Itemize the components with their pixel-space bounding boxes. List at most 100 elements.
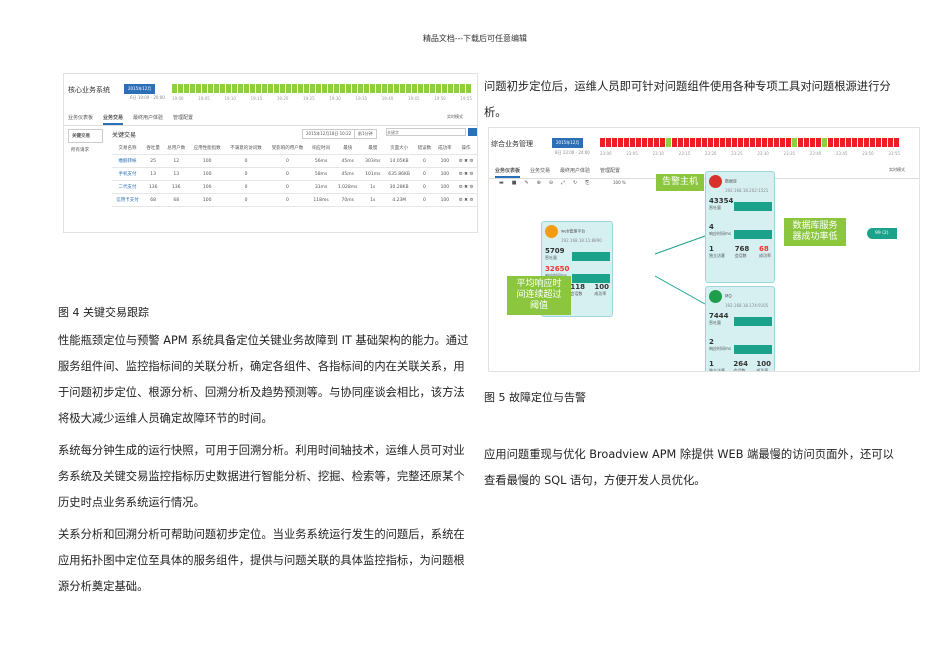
tab[interactable]: 管理配置 [173,112,193,125]
timeline-bar[interactable] [454,84,459,93]
timeline-bar[interactable] [334,84,339,93]
page-header: 精品文档---下载后可任意编辑 [422,34,528,43]
timeline-bar[interactable] [208,84,213,93]
timeline-bar[interactable] [406,84,411,93]
timeline-bar[interactable] [376,84,381,93]
timeline-bar[interactable] [316,84,321,93]
cell: 4.23M [384,193,415,207]
transaction-link[interactable]: 手机支付 [112,167,143,181]
timeline-bar[interactable] [190,84,195,93]
timeline-bar[interactable] [232,84,237,93]
stat-value: 1 [709,360,714,368]
timeline-bar[interactable] [322,84,327,93]
timeline-bar[interactable] [382,84,387,93]
timeline-bar[interactable] [352,84,357,93]
time-range: 6日 19:00 - 20:00 [130,95,165,100]
stat-label: 会话数 [733,368,746,372]
timeline-bar[interactable] [274,84,279,93]
timeline-bar[interactable] [286,84,291,93]
stat-value: 1 [709,245,714,253]
timeline-bar[interactable] [412,84,417,93]
realtime-toggle[interactable]: 实时模式 [447,114,463,120]
timeline-bar[interactable] [310,84,315,93]
month-select[interactable]: 2015年12月 [124,84,156,94]
timeline-bar[interactable] [226,84,231,93]
time-tick: 19:25 [303,96,315,101]
cell: 100 [189,154,226,168]
timeline-bar[interactable] [436,84,441,93]
timeline-bar[interactable] [298,84,303,93]
timeline-bar[interactable] [244,84,249,93]
topology-node[interactable]: 数据库 192.168.18.202:1521 43354 吞吐量 4 响应时间ms… [705,171,775,283]
timeline-bar[interactable] [340,84,345,93]
timeline-bar[interactable] [424,84,429,93]
timeline-bar[interactable] [292,84,297,93]
timeline-bar[interactable] [364,84,369,93]
timeline-bar[interactable] [304,84,309,93]
transaction-link[interactable]: 信用卡支付 [112,193,143,207]
right-top-text: 问题初步定位后，运维人员即可针对问题组件使用各种专项工具对问题根源进行分析。 [484,80,891,119]
node-name: web管理平台 [561,228,586,234]
timeline-bar[interactable] [202,84,207,93]
timeline-bar[interactable] [220,84,225,93]
period-select[interactable]: 前1分钟 [354,129,377,139]
cell: 45ms [333,154,362,168]
search-input[interactable] [386,128,466,136]
transaction-link[interactable]: 缴额转帐 [112,154,143,168]
timeline-bar[interactable] [460,84,465,93]
timeline-bar[interactable] [418,84,423,93]
timeline-bar[interactable] [358,84,363,93]
cell: 25 [142,154,164,168]
timeline-bar[interactable] [346,84,351,93]
node-ip: 192.168.18.202:1521 [725,188,769,193]
tab[interactable]: 最终用户体验 [133,112,163,125]
side-key-transactions[interactable]: 关键交易 [68,129,103,143]
callout-db-low-success: 数据库服务器成功率低 [784,218,846,246]
timeline-bar[interactable] [400,84,405,93]
stat-value: 118 [570,283,585,291]
right-bottom-text: 应用问题重现与优化 Broadview APM 除提供 WEB 端最慢的访问页面… [484,448,894,487]
alert-badge[interactable]: 99 (2) [867,228,897,239]
timeline-bar[interactable] [394,84,399,93]
row-actions[interactable]: ⚙ ✖ ⚙ [455,154,477,168]
search-button[interactable] [468,128,477,136]
timeline-bar[interactable] [238,84,243,93]
timeline-bar[interactable] [262,84,267,93]
date-input[interactable]: 2015年12月18日 10:22 [302,129,356,139]
timeline-bar[interactable] [178,84,183,93]
tab[interactable]: 业务仪表板 [68,112,93,125]
row-actions[interactable]: ⚙ ✖ ⚙ [455,167,477,181]
timeline-bar[interactable] [172,84,177,93]
table-row: 缴额转帐 25 12 100 0 0 56ms 45ms 303ms 14.05KB 0 100 ⚙ ✖… [112,154,477,168]
side-all-requests[interactable]: 所有请求 [68,143,103,157]
timeline-bar[interactable] [328,84,333,93]
timeline-bar[interactable] [370,84,375,93]
cell: 0 [266,180,309,194]
row-actions[interactable]: ⚙ ✖ ⚙ [455,193,477,207]
timeline-bar[interactable] [430,84,435,93]
cell: 100 [189,193,226,207]
timeline-bar[interactable] [268,84,273,93]
column-header: 错误数 [414,142,435,155]
timeline-bar[interactable] [388,84,393,93]
timeline-bar[interactable] [280,84,285,93]
timeline-bar[interactable] [250,84,255,93]
timeline-bar[interactable] [466,84,471,93]
timeline-bar[interactable] [184,84,189,93]
timeline-bar[interactable] [256,84,261,93]
cell: 100 [434,167,456,181]
timeline-bar[interactable] [214,84,219,93]
stat-label: 成功率 [759,253,771,258]
timeline-bar[interactable] [196,84,201,93]
table-row: 信用卡支付 68 68 100 0 0 118ms 70ms 1s 4.23M 0 100 ⚙ ✖ ⚙ [112,193,477,207]
tab[interactable]: 业务交易 [103,112,124,125]
timeline-bar[interactable] [448,84,453,93]
column-header: 操作 [455,142,477,155]
timeline-bar[interactable] [442,84,447,93]
left-body: 性能瓶颈定位与预警 APM 系统具备定位关键业务故障到 IT 基础架构的能力。通… [58,328,470,606]
transaction-link[interactable]: 二代支付 [112,180,143,194]
topology-node[interactable]: MQ 192.168.18.174:9105 7444 吞吐量 2 响应时间ms 1… [705,286,775,372]
row-actions[interactable]: ⚙ ✖ ⚙ [455,180,477,194]
timeline[interactable] [172,84,471,93]
column-header: 吞吐量 [142,142,164,155]
